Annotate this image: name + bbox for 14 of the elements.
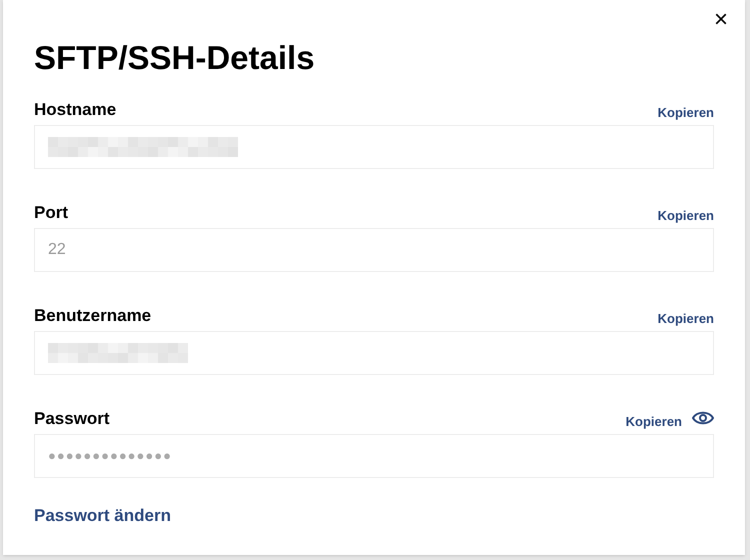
dialog-title: SFTP/SSH-Details	[34, 38, 316, 78]
field-label: Hostname	[34, 98, 116, 120]
copy-button[interactable]: Kopieren	[658, 206, 714, 225]
eye-icon[interactable]	[692, 410, 714, 426]
copy-button[interactable]: Kopieren	[626, 412, 682, 431]
input-field[interactable]	[34, 125, 714, 169]
copy-button[interactable]: Kopieren	[658, 102, 714, 122]
change-password-link[interactable]: Passwort ändern	[34, 503, 171, 528]
field-label: Port	[34, 202, 68, 224]
field-label: Benutzername	[34, 304, 152, 326]
input-field[interactable]	[34, 331, 714, 375]
copy-button[interactable]: Kopieren	[658, 308, 714, 328]
field-label: Passwort	[34, 408, 110, 430]
close-button[interactable]: ×	[714, 8, 728, 32]
